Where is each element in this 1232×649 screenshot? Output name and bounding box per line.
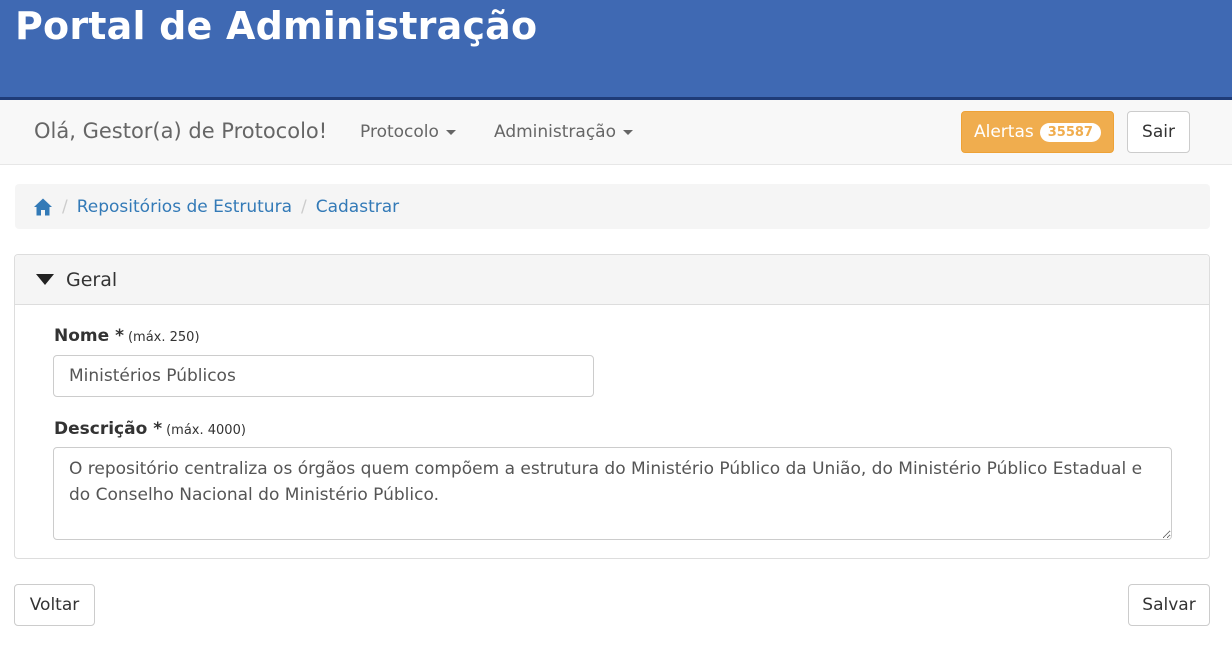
nome-max-hint: (máx. 250) <box>127 330 200 345</box>
descricao-max-hint: (máx. 4000) <box>166 423 246 438</box>
descricao-label-text: Descrição * <box>54 419 163 439</box>
menu-protocolo[interactable]: Protocolo <box>360 122 456 142</box>
menu-administracao-label: Administração <box>494 122 616 142</box>
back-button[interactable]: Voltar <box>14 584 95 626</box>
menu-administracao[interactable]: Administração <box>494 122 633 142</box>
breadcrumb: / Repositórios de Estrutura / Cadastrar <box>15 184 1210 229</box>
nome-input[interactable] <box>53 355 594 397</box>
form-panel-geral: Geral Nome *(máx. 250) Descrição *(máx. … <box>14 254 1210 559</box>
top-navbar: Olá, Gestor(a) de Protocolo! Protocolo A… <box>0 100 1232 165</box>
alerts-button[interactable]: Alertas 35587 <box>961 111 1114 153</box>
caret-down-icon <box>623 129 633 135</box>
home-icon[interactable] <box>33 197 53 217</box>
logout-button[interactable]: Sair <box>1127 111 1190 153</box>
caret-down-icon <box>445 129 456 135</box>
menu-protocolo-label: Protocolo <box>360 122 439 142</box>
breadcrumb-repositorios[interactable]: Repositórios de Estrutura <box>77 197 292 217</box>
alerts-count-badge: 35587 <box>1039 122 1101 142</box>
nome-label-text: Nome * <box>54 326 124 346</box>
collapse-triangle-icon <box>36 274 54 285</box>
breadcrumb-cadastrar[interactable]: Cadastrar <box>316 197 399 217</box>
panel-title: Geral <box>66 268 118 291</box>
alerts-label: Alertas <box>974 122 1034 142</box>
user-greeting: Olá, Gestor(a) de Protocolo! <box>34 119 328 143</box>
descricao-label: Descrição * (máx. 4000) <box>54 419 246 439</box>
portal-header: Portal de Administração <box>0 0 1232 100</box>
descricao-textarea[interactable]: O repositório centraliza os órgãos quem … <box>53 447 1172 540</box>
breadcrumb-separator: / <box>62 196 68 217</box>
panel-heading-geral[interactable]: Geral <box>15 255 1209 305</box>
save-button[interactable]: Salvar <box>1128 584 1210 626</box>
nome-label: Nome * (máx. 250) <box>54 326 200 346</box>
portal-title: Portal de Administração <box>15 4 538 48</box>
breadcrumb-separator: / <box>300 196 307 217</box>
